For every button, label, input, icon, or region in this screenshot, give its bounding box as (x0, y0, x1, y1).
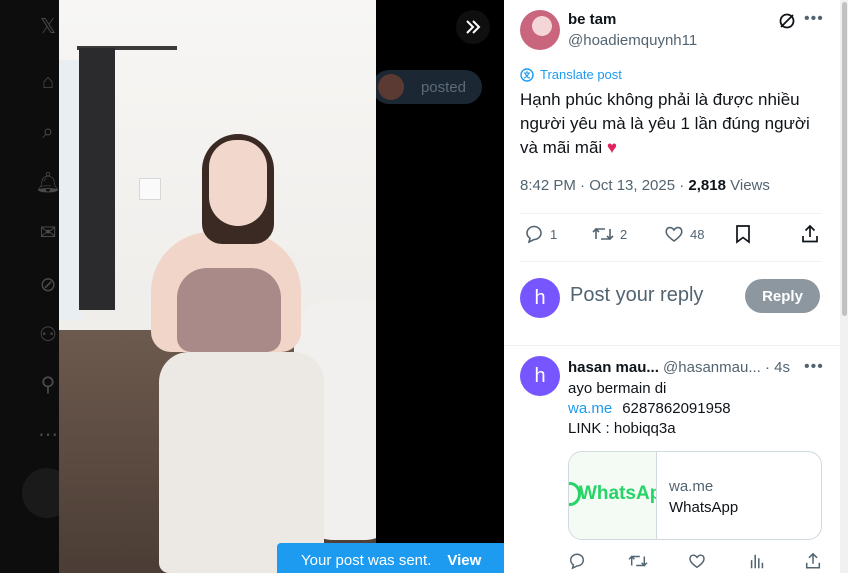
card-title: WhatsApp (669, 499, 739, 516)
more-nav-icon[interactable]: ⋯ (36, 422, 60, 446)
background-pill-label: posted (420, 78, 466, 96)
comment-author-handle[interactable]: @hasanmau... (659, 359, 761, 376)
translate-label: Translate post (540, 67, 622, 82)
toast-view-link[interactable]: View (447, 552, 481, 569)
photo-person-top (177, 268, 281, 352)
comment-time[interactable]: · 4s (761, 359, 790, 376)
comment-avatar-letter: h (534, 364, 546, 387)
search-icon[interactable]: ⌕ (36, 120, 60, 144)
post-meta: 8:42 PM · Oct 13, 2025 · 2,818 Views (520, 177, 770, 194)
photo-person-legs (159, 352, 324, 573)
heart-emoji: ♥ (606, 138, 618, 157)
comment-share-icon[interactable] (804, 552, 822, 570)
comment-views-icon[interactable] (748, 552, 766, 570)
views-count: 2,818 (688, 177, 726, 194)
bookmark-icon (736, 225, 750, 244)
repost-count: 2 (620, 226, 628, 242)
double-chevron-right-icon (466, 20, 481, 34)
profile-icon[interactable]: ⚲ (36, 372, 60, 396)
link-preview-card[interactable]: WhatsApp wa.me WhatsApp (568, 451, 822, 540)
reply-button[interactable]: Reply (745, 279, 820, 313)
whatsapp-thumbnail: WhatsApp (569, 452, 657, 539)
bookmark-action[interactable] (734, 224, 752, 244)
reply-input[interactable]: Post your reply (570, 284, 703, 307)
scrollbar-thumb[interactable] (842, 2, 847, 316)
translate-icon (520, 67, 534, 82)
comment-reply-icon[interactable] (568, 552, 586, 570)
comment-line-2: wa.me 6287862091958 (568, 400, 731, 417)
comment-like-icon[interactable] (688, 552, 706, 570)
comment-actions (568, 552, 828, 572)
views-label: Views (725, 177, 770, 194)
comment-author-name[interactable]: hasan mau... (568, 359, 659, 376)
author-handle[interactable]: @hoadiemquynh11 (568, 32, 697, 49)
post-text: Hạnh phúc không phải là được nhiều người… (520, 88, 820, 160)
notifications-icon[interactable]: 🔔︎ (35, 170, 60, 194)
post-more-icon[interactable]: ••• (804, 10, 824, 28)
translate-post-link[interactable]: Translate post (520, 67, 622, 82)
author-avatar[interactable] (520, 10, 560, 50)
background-avatar (378, 74, 404, 100)
photo-window (59, 60, 81, 320)
communities-icon[interactable]: ⚇ (36, 322, 60, 346)
media-photo[interactable] (59, 0, 376, 573)
messages-icon[interactable]: ✉ (36, 220, 60, 244)
post-detail-panel: be tam @hoadiemquynh11 ••• Translate pos… (504, 0, 840, 573)
divider (504, 345, 840, 346)
author-name[interactable]: be tam (568, 11, 616, 28)
photo-curtain (79, 48, 115, 310)
post-body-text: Hạnh phúc không phải là được nhiều người… (520, 90, 810, 157)
post-actions: 1 2 48 (520, 224, 822, 250)
reply-icon (526, 225, 542, 244)
comment-phone: 6287862091958 (622, 400, 731, 417)
post-timestamp[interactable]: 8:42 PM · Oct 13, 2025 · (520, 177, 688, 194)
current-user-avatar-letter: h (534, 286, 546, 309)
comment-avatar[interactable]: h (520, 356, 560, 396)
grok-icon[interactable] (778, 12, 796, 30)
toast-message: Your post was sent. (301, 551, 432, 569)
x-logo-icon[interactable]: 𝕏 (36, 14, 60, 38)
photo-person-face (209, 140, 267, 226)
comment-more-icon[interactable]: ••• (804, 358, 824, 376)
comment-line-3: LINK : hobiqq3a (568, 420, 676, 437)
divider (520, 213, 822, 214)
divider (520, 261, 822, 262)
share-action[interactable] (800, 224, 820, 244)
like-count: 48 (690, 226, 705, 242)
comment-repost-icon[interactable] (628, 552, 648, 570)
photo-light-switch (139, 178, 161, 200)
comment-line-1: ayo bermain di (568, 380, 667, 397)
reply-action[interactable]: 1 (524, 224, 557, 244)
like-action[interactable]: 48 (664, 224, 704, 244)
reply-count: 1 (550, 226, 558, 242)
comment-header: hasan mau... @hasanmau... · 4s (568, 359, 828, 376)
home-icon[interactable]: ⌂ (36, 70, 60, 94)
comment-link[interactable]: wa.me (568, 400, 612, 417)
repost-action[interactable]: 2 (592, 224, 627, 244)
grok-nav-icon[interactable]: ⊘ (36, 272, 60, 296)
post-sent-toast: Your post was sent. View (277, 543, 507, 573)
whatsapp-thumbnail-text: WhatsApp (579, 483, 656, 504)
share-icon (802, 224, 818, 243)
heart-icon (665, 226, 683, 242)
current-user-avatar[interactable]: h (520, 278, 560, 318)
card-domain: wa.me (669, 478, 714, 495)
repost-icon (592, 227, 614, 241)
expand-panel-button[interactable] (456, 10, 490, 44)
